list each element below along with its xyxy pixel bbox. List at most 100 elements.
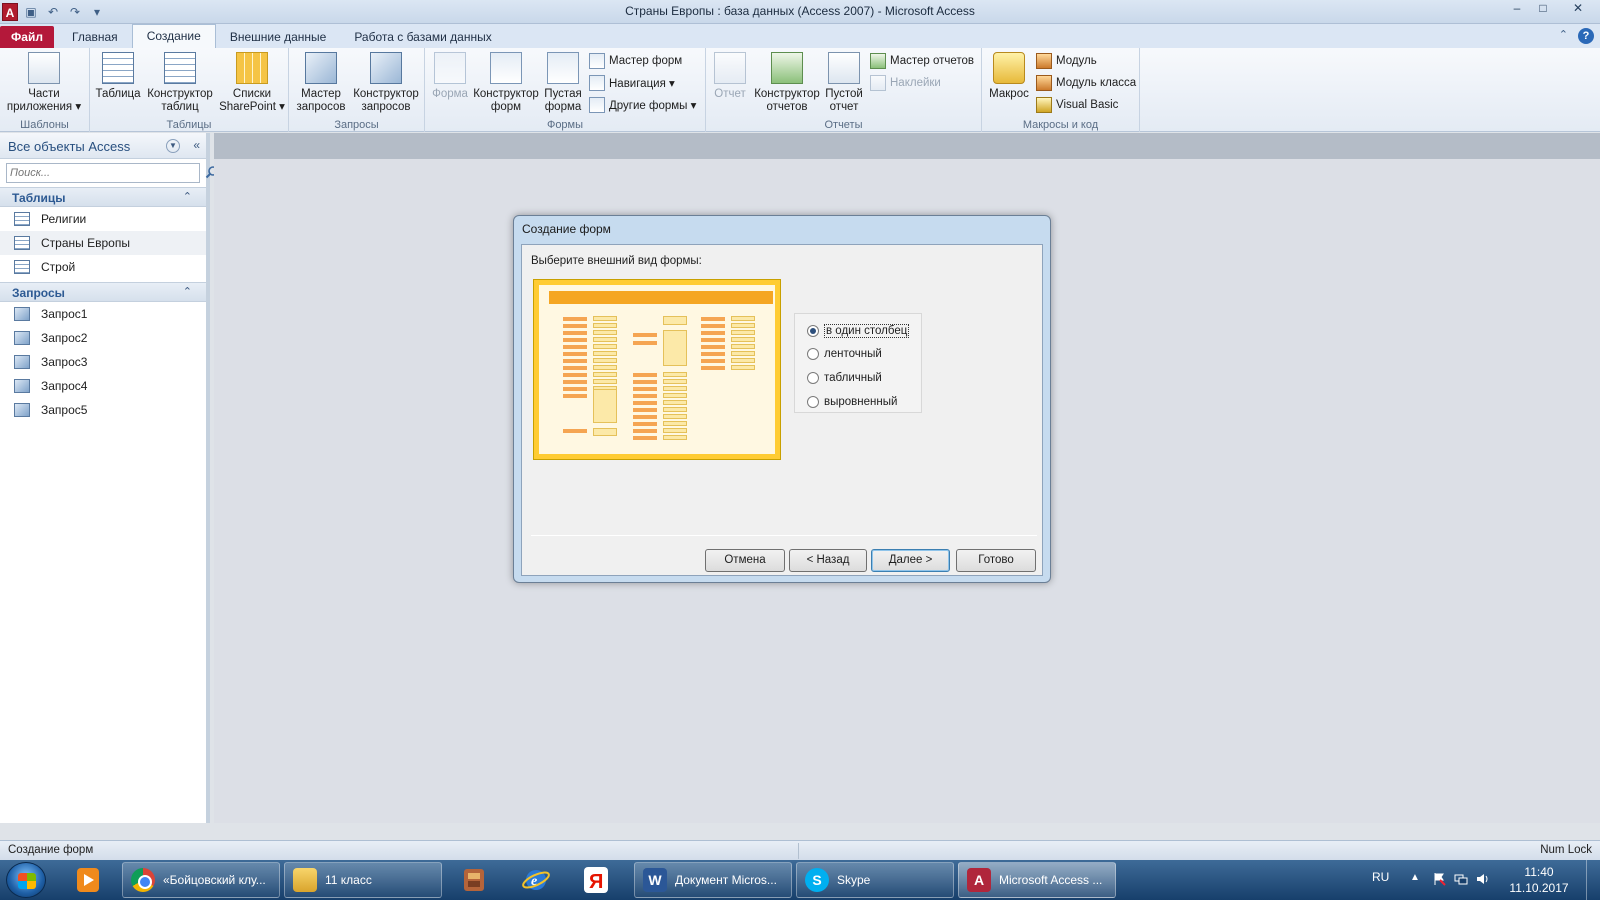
visual-basic-button[interactable]: Visual Basic [1036,96,1118,114]
report-button-label: Отчет [714,88,746,100]
preview-label [633,415,657,419]
preview-field [663,379,687,384]
show-hidden-icons-icon[interactable]: ▲ [1410,872,1420,883]
option-justified[interactable]: выровненный [807,396,897,408]
taskbar-explorer[interactable]: 11 класс [284,862,442,898]
nav-item-query[interactable]: Запрос5 [0,398,206,422]
dialog-prompt: Выберите внешний вид формы: [531,255,702,267]
preview-label [701,352,725,356]
finish-button[interactable]: Готово [956,549,1036,572]
tab-database-tools[interactable]: Работа с базами данных [340,26,505,48]
navigation-button[interactable]: Навигация ▾ [589,74,675,92]
query-icon [14,331,30,345]
visual-basic-icon [1036,97,1052,113]
status-bar: Создание форм Num Lock [0,840,1600,860]
form-wizard-button[interactable]: Мастер форм [589,52,682,70]
navigation-pane: Все объекты Access ▼ « Таблицы ⌃ Религии… [0,133,218,823]
radio-button[interactable] [807,396,819,408]
tab-external-data[interactable]: Внешние данные [216,26,341,48]
radio-button[interactable] [807,348,819,360]
application-parts-button[interactable]: Части приложения ▾ [4,52,84,114]
nav-title[interactable]: Все объекты Access [8,139,130,154]
taskbar-skype[interactable]: S Skype [796,862,954,898]
game-pinned[interactable] [452,864,496,896]
class-module-button[interactable]: Модуль класса [1036,74,1136,92]
language-indicator[interactable]: RU [1372,870,1389,884]
option-tabular[interactable]: ленточный [807,348,882,360]
network-icon[interactable] [1454,872,1468,886]
option-label: табличный [824,372,882,384]
cancel-button[interactable]: Отмена [705,549,785,572]
preview-header-bar [549,291,773,304]
taskbar-chrome[interactable]: «Бойцовский клу... [122,862,280,898]
blank-form-button[interactable]: Пустая форма [541,52,585,114]
nav-item-table[interactable]: Религии [0,207,206,231]
report-designer-button[interactable]: Конструктор отчетов [752,52,822,114]
nav-item-query[interactable]: Запрос4 [0,374,206,398]
form-designer-button[interactable]: Конструктор форм [471,52,541,114]
nav-section-title: Таблицы [12,191,66,205]
internet-explorer-pinned[interactable]: e [514,864,558,896]
show-desktop-button[interactable] [1586,860,1600,900]
blank-report-button[interactable]: Пустой отчет [822,52,866,114]
blank-form-label-2: форма [544,101,582,113]
maximize-button[interactable]: □ [1530,0,1556,18]
nav-section-tables[interactable]: Таблицы ⌃ [0,187,206,207]
other-forms-button[interactable]: Другие формы ▾ [589,96,696,114]
other-forms-label: Другие формы ▾ [609,100,697,112]
nav-item-query[interactable]: Запрос3 [0,350,206,374]
report-button[interactable]: Отчет [708,52,752,101]
report-wizard-button[interactable]: Мастер отчетов [870,52,974,70]
next-button[interactable]: Далее > [871,549,950,572]
nav-menu-dropdown-icon[interactable]: ▼ [166,139,180,153]
table-designer-button[interactable]: Конструктор таблиц [144,52,216,114]
table-button[interactable]: Таблица [94,52,142,101]
labels-label: Наклейки [890,77,941,89]
taskbar-word[interactable]: W Документ Micros... [634,862,792,898]
macro-button[interactable]: Макрос [984,52,1034,101]
minimize-ribbon-icon[interactable]: ⌃ [1559,28,1568,44]
nav-item-query[interactable]: Запрос2 [0,326,206,350]
radio-button[interactable] [807,372,819,384]
option-datasheet[interactable]: табличный [807,372,882,384]
option-columnar[interactable]: в один столбец [807,324,910,338]
blank-form-label-1: Пустая [544,88,582,100]
media-player-pinned[interactable] [66,864,110,896]
radio-button-selected[interactable] [807,325,819,337]
tab-home[interactable]: Главная [58,26,132,48]
task-label: «Бойцовский клу... [163,873,266,887]
tab-file[interactable]: Файл [0,26,54,48]
minimize-button[interactable]: – [1504,0,1530,18]
system-tray: RU ▲ 11:40 11.10.2017 [1350,860,1600,900]
close-button[interactable]: ✕ [1556,0,1600,18]
query-wizard-button[interactable]: Мастер запросов [293,52,349,114]
preview-field [593,389,617,423]
help-icon[interactable]: ? [1578,28,1594,44]
nav-item-table[interactable]: Страны Европы [0,231,206,255]
action-center-flag-icon[interactable] [1432,872,1446,886]
labels-button[interactable]: Наклейки [870,74,941,92]
nav-item-table[interactable]: Строй [0,255,206,279]
task-label: Документ Micros... [675,873,777,887]
option-label: выровненный [824,396,898,408]
nav-item-label: Запрос3 [41,355,88,369]
nav-section-queries[interactable]: Запросы ⌃ [0,282,206,302]
back-button[interactable]: < Назад [789,549,867,572]
nav-item-query[interactable]: Запрос1 [0,302,206,326]
sharepoint-lists-button[interactable]: Списки SharePoint ▾ [218,52,286,114]
module-button[interactable]: Модуль [1036,52,1097,70]
form-button[interactable]: Форма [429,52,471,101]
tab-create[interactable]: Создание [131,24,216,48]
nav-search-input[interactable] [7,164,177,182]
taskbar-access[interactable]: A Microsoft Access ... [958,862,1116,898]
skype-icon: S [805,868,829,892]
preview-label [633,373,657,377]
nav-collapse-icon[interactable]: « [193,138,200,152]
preview-label [701,331,725,335]
start-button[interactable] [6,862,46,898]
yandex-pinned[interactable]: Я [574,864,618,896]
query-designer-button[interactable]: Конструктор запросов [349,52,423,114]
volume-icon[interactable] [1476,872,1490,886]
report-wizard-label: Мастер отчетов [890,55,975,67]
clock[interactable]: 11:40 11.10.2017 [1504,864,1574,896]
